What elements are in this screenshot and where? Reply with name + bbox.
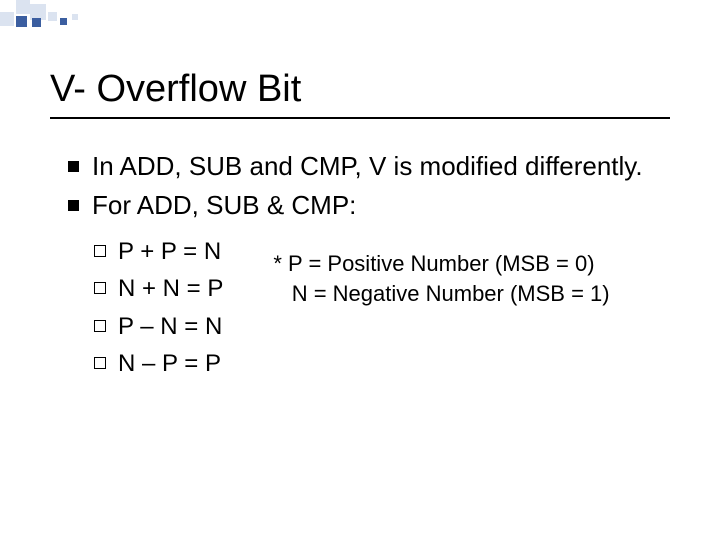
sub-bullet-item: N – P = P	[94, 345, 223, 382]
sub-bullet-text: N – P = P	[118, 350, 221, 377]
bullet-text: For ADD, SUB & CMP:	[92, 190, 356, 220]
bullet-item: In ADD, SUB and CMP, V is modified diffe…	[68, 149, 670, 184]
title-underline	[50, 117, 670, 119]
sub-bullet-text: P – N = N	[118, 313, 222, 340]
main-bullets: In ADD, SUB and CMP, V is modified diffe…	[50, 149, 670, 223]
footnote: * P = Positive Number (MSB = 0) N = Nega…	[273, 249, 609, 308]
slide-content: V- Overflow Bit In ADD, SUB and CMP, V i…	[0, 0, 720, 382]
bullet-text: In ADD, SUB and CMP, V is modified diffe…	[92, 151, 643, 181]
sub-bullets: P + P = N N + N = P P – N = N N – P = P	[50, 233, 223, 382]
slide-title: V- Overflow Bit	[50, 68, 670, 111]
sub-bullet-item: P – N = N	[94, 308, 223, 345]
sub-bullet-text: N + N = P	[118, 275, 223, 302]
corner-decoration	[0, 0, 110, 30]
sub-bullet-item: P + P = N	[94, 233, 223, 270]
sub-bullet-item: N + N = P	[94, 270, 223, 307]
bullet-item: For ADD, SUB & CMP:	[68, 188, 670, 223]
sub-row: P + P = N N + N = P P – N = N N – P = P …	[50, 227, 670, 382]
sub-bullet-text: P + P = N	[118, 238, 221, 265]
